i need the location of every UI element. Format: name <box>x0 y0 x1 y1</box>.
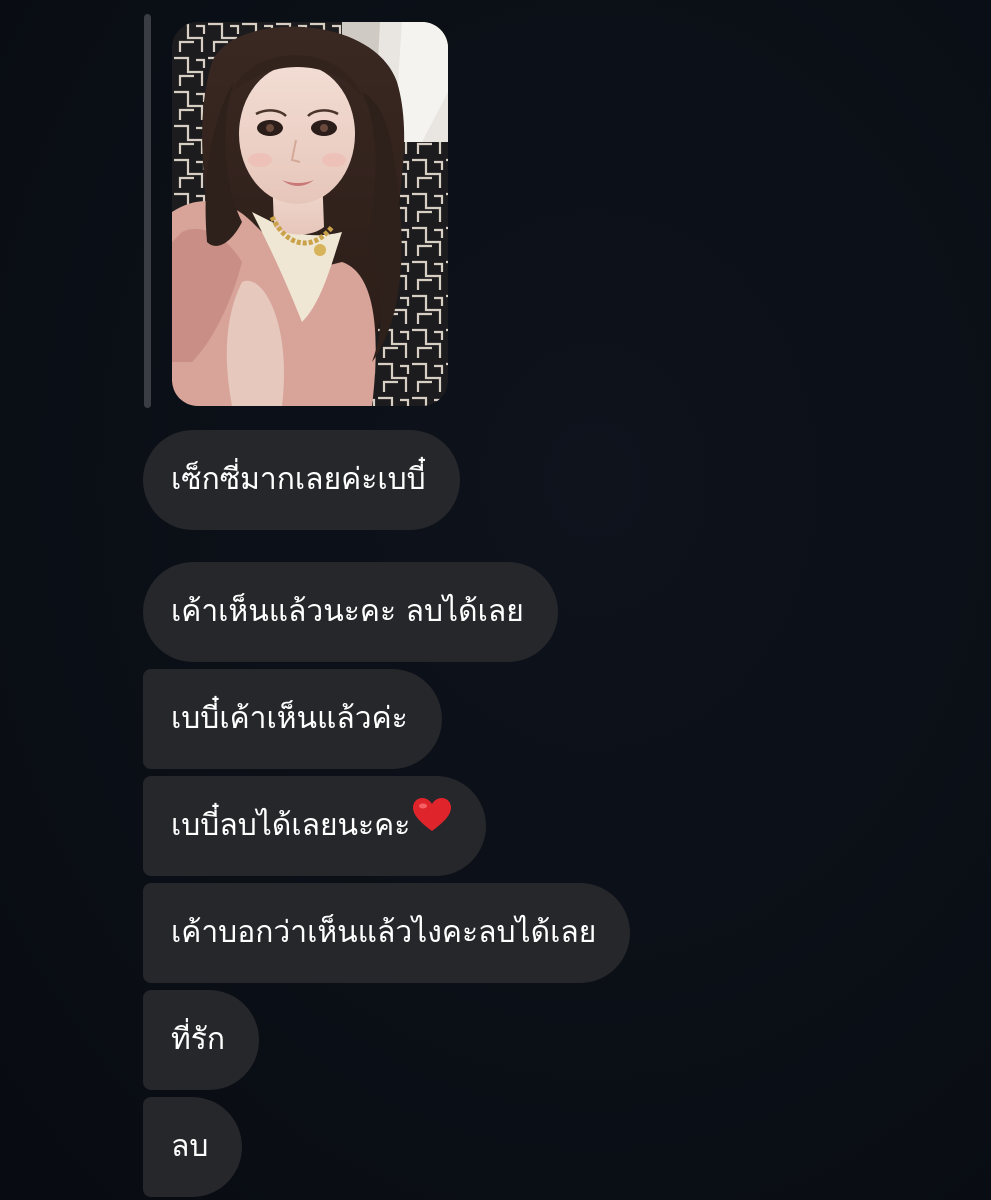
shared-photo[interactable] <box>172 22 448 406</box>
message-bubble-1[interactable]: เซ็กซี่มากเลยค่ะเบบี๋ <box>143 430 460 530</box>
message-text: ที่รัก <box>171 1022 226 1057</box>
message-text: เบบี๋ลบได้เลยนะคะ <box>171 808 411 843</box>
message-bubble-7[interactable]: ลบ <box>143 1097 243 1197</box>
message-bubble-3[interactable]: เบบี๋เค้าเห็นแล้วค่ะ <box>143 669 442 769</box>
message-bubble-4[interactable]: เบบี๋ลบได้เลยนะคะ <box>143 774 487 876</box>
chat-thread: เซ็กซี่มากเลยค่ะเบบี๋ เค้าเห็นแล้วนะคะ ล… <box>0 0 991 1200</box>
selfie-image <box>172 22 448 406</box>
message-bubble-2[interactable]: เค้าเห็นแล้วนะคะ ลบได้เลย <box>143 562 558 662</box>
reply-indicator-bar <box>144 14 151 408</box>
message-text: เซ็กซี่มากเลยค่ะเบบี๋ <box>171 462 426 497</box>
message-bubble-5[interactable]: เค้าบอกว่าเห็นแล้วไงคะลบได้เลย <box>143 883 631 983</box>
red-heart-icon <box>412 774 452 874</box>
message-text: เค้าเห็นแล้วนะคะ ลบได้เลย <box>171 594 524 629</box>
message-text: เบบี๋เค้าเห็นแล้วค่ะ <box>171 701 408 736</box>
message-bubble-6[interactable]: ที่รัก <box>143 990 260 1090</box>
message-text: เค้าบอกว่าเห็นแล้วไงคะลบได้เลย <box>171 915 597 950</box>
message-text: ลบ <box>171 1129 209 1164</box>
